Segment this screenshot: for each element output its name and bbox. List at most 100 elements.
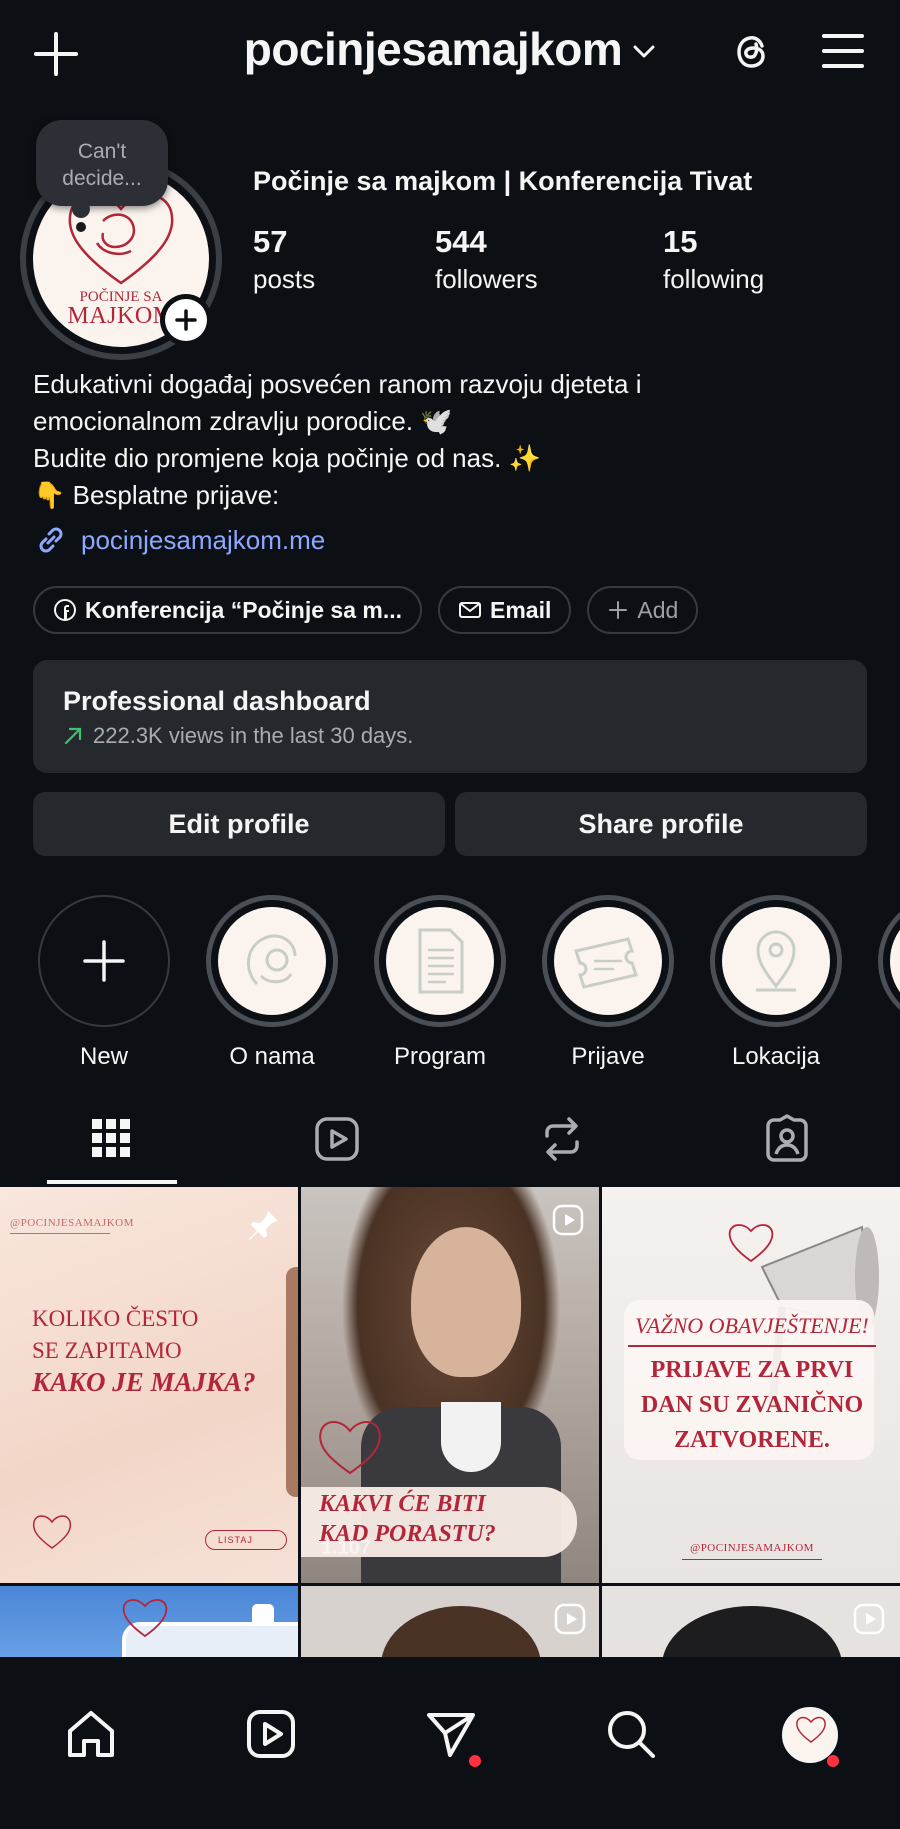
profile-pills: Konferencija “Počinje sa m... Email Add (33, 586, 714, 634)
highlight-lokacija[interactable]: Lokacija (710, 895, 842, 1071)
bottom-nav (0, 1657, 900, 1829)
followers-stat[interactable]: 544 followers (435, 224, 538, 295)
posts-count: 57 (253, 224, 288, 259)
dashboard-title: Professional dashboard (63, 686, 371, 716)
nav-direct-messages[interactable] (424, 1707, 478, 1761)
notification-dot (469, 1755, 481, 1767)
profile-full-name: Počinje sa majkom | Konferencija Tivat (253, 166, 753, 196)
highlight-program[interactable]: Program (374, 895, 506, 1071)
edit-profile-label: Edit profile (168, 808, 310, 839)
ticket-icon (574, 937, 638, 989)
pin-icon (249, 1211, 278, 1240)
posts-grid: @POCINJESAMAJKOM KOLIKO ČESTO SE ZAPITAM… (0, 1187, 900, 1657)
note-tail-small (76, 222, 86, 232)
swipe-label: LISTAJ (218, 1535, 253, 1545)
edit-profile-button[interactable]: Edit profile (33, 792, 445, 856)
nav-home[interactable] (64, 1707, 118, 1761)
plus-icon (175, 309, 197, 331)
post-text-line: KAKVI ĆE BITI (319, 1491, 486, 1517)
post-text-line: KOLIKO ČESTO (32, 1306, 199, 1331)
bio-line: 👇 Besplatne prijave: (33, 480, 280, 510)
post-tile[interactable] (602, 1586, 900, 1657)
content-tabs (0, 1100, 900, 1186)
tab-reposts[interactable] (537, 1114, 587, 1164)
post-text-line: DAN SU ZVANIČNO (640, 1392, 864, 1418)
highlight-label: New (79, 1043, 128, 1070)
website-link-text: pocinjesamajkom.me (81, 524, 326, 555)
highlight-partial[interactable] (878, 895, 900, 1027)
tagged-icon (766, 1114, 808, 1162)
person-collar (441, 1402, 501, 1472)
plus-icon (83, 940, 125, 982)
post-tile[interactable] (0, 1586, 298, 1657)
divider (628, 1345, 876, 1347)
direct-messages-icon (427, 1713, 475, 1757)
person-hair (381, 1606, 541, 1657)
post-caption: KOLIKO ČESTO SE ZAPITAMO (32, 1303, 198, 1367)
nav-search[interactable] (604, 1707, 658, 1761)
bio-line: Edukativni događaj posvećen ranom razvoj… (33, 369, 642, 399)
bio-line: Budite dio promjene koja počinje od nas.… (33, 443, 541, 473)
highlight-prijave[interactable]: Prijave (542, 895, 674, 1071)
note-bubble[interactable]: Can't decide... (36, 120, 168, 206)
menu-icon[interactable] (820, 30, 866, 72)
reel-icon (853, 1603, 885, 1635)
post-tile[interactable]: KAKVI ĆE BITI KAD PORASTU? 1.107 (301, 1187, 599, 1583)
reel-icon (554, 1603, 586, 1635)
reel-icon (552, 1204, 584, 1236)
post-handle: @POCINJESAMAJKOM (690, 1542, 814, 1554)
post-tile[interactable] (301, 1586, 599, 1657)
swipe-button: LISTAJ (205, 1530, 287, 1550)
email-pill-label: Email (490, 596, 552, 623)
mail-icon (459, 602, 481, 618)
share-profile-button[interactable]: Share profile (455, 792, 867, 856)
grid-icon (92, 1119, 130, 1157)
active-tab-indicator (47, 1180, 177, 1184)
facebook-link-pill[interactable]: Konferencija “Počinje sa m... (33, 586, 422, 634)
post-tile[interactable]: @POCINJESAMAJKOM KOLIKO ČESTO SE ZAPITAM… (0, 1187, 298, 1583)
post-tile[interactable]: VAŽNO OBAVJEŠTENJE! PRIJAVE ZA PRVI DAN … (602, 1187, 900, 1583)
reel-views-count: 1.107 (321, 1537, 372, 1559)
carousel-icon (252, 1604, 274, 1626)
post-headline: VAŽNO OBAVJEŠTENJE! (635, 1313, 869, 1338)
brand-heart-icon (319, 1421, 381, 1475)
document-icon (418, 928, 464, 994)
threads-icon[interactable] (728, 28, 776, 76)
posts-stat[interactable]: 57 posts (253, 224, 315, 295)
tab-grid[interactable] (87, 1114, 137, 1164)
location-pin-icon (756, 930, 796, 992)
tab-reels[interactable] (312, 1114, 362, 1164)
dashboard-subtitle: 222.3K views in the last 30 days. (93, 723, 414, 748)
reposts-icon (545, 1117, 579, 1161)
bio-line: emocionalnom zdravlju porodice. 🕊️ (33, 406, 453, 436)
following-label: following (663, 264, 765, 294)
highlight-new[interactable]: New (38, 895, 170, 1071)
divider (682, 1559, 822, 1560)
reel-views: 1.107 (321, 1537, 371, 1560)
plus-icon (609, 601, 628, 619)
chevron-down-icon (633, 45, 655, 58)
post-text-line: SE ZAPITAMO (32, 1338, 182, 1363)
followers-label: followers (435, 264, 538, 294)
post-handle: @POCINJESAMAJKOM (10, 1217, 134, 1229)
top-bar: pocinjesamajkom (0, 0, 900, 105)
followers-count: 544 (435, 224, 487, 259)
search-icon (608, 1711, 655, 1758)
brand-heart-icon (32, 1515, 72, 1549)
following-stat[interactable]: 15 following (663, 224, 764, 295)
professional-dashboard[interactable]: Professional dashboard 222.3K views in t… (33, 660, 867, 773)
highlight-o-nama[interactable]: O nama (206, 895, 338, 1071)
bio: Edukativni događaj posvećen ranom razvoj… (33, 366, 873, 514)
note-tail (72, 200, 90, 218)
brand-heart-icon (122, 1599, 168, 1638)
add-story-button[interactable] (160, 294, 212, 346)
tab-tagged[interactable] (762, 1114, 812, 1164)
highlight-label: Lokacija (731, 1043, 821, 1070)
website-link[interactable]: pocinjesamajkom.me (33, 522, 325, 558)
email-pill[interactable]: Email (438, 586, 572, 634)
nav-reels[interactable] (244, 1707, 298, 1761)
home-icon (68, 1711, 114, 1757)
add-pill[interactable]: Add (587, 586, 699, 634)
posts-label: posts (253, 264, 316, 294)
highlight-label: O nama (229, 1043, 315, 1070)
